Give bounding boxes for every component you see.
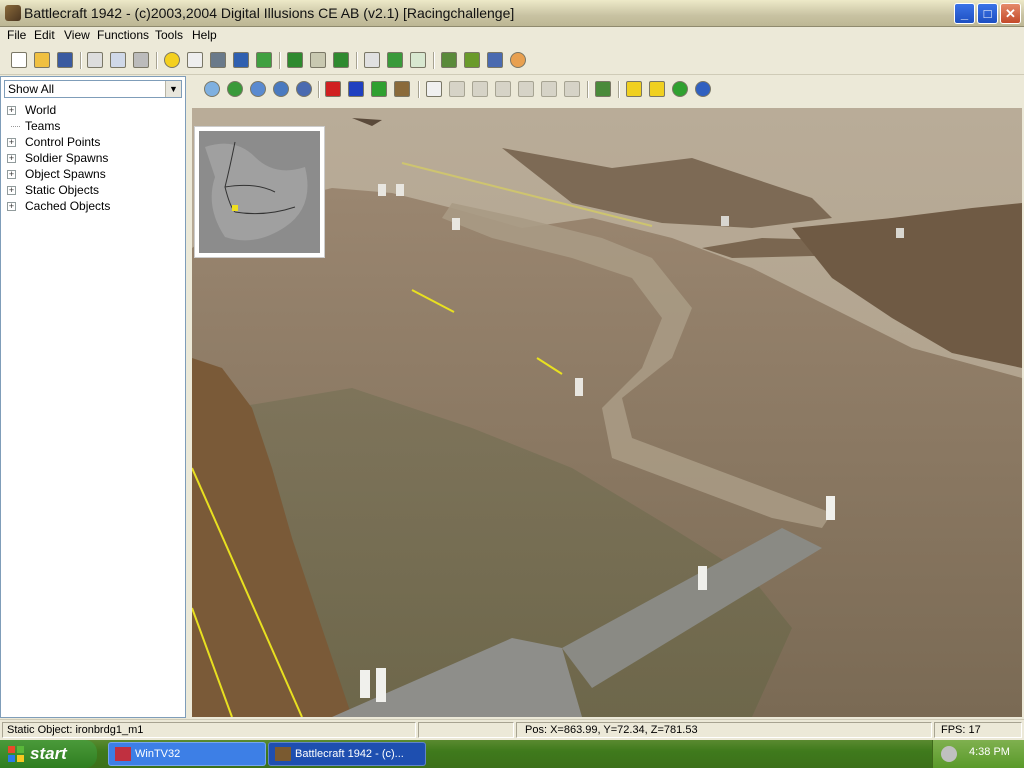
- app-icon: [5, 5, 21, 21]
- minimap[interactable]: [194, 126, 325, 258]
- lock-blue-icon[interactable]: [695, 81, 711, 97]
- menu-functions[interactable]: Functions: [94, 28, 152, 42]
- tree-label: Cached Objects: [25, 199, 111, 213]
- rotate-3-icon[interactable]: [541, 81, 557, 97]
- lock-icon[interactable]: [626, 81, 642, 97]
- window-title: Battlecraft 1942 - (c)2003,2004 Digital …: [24, 5, 515, 21]
- close-button[interactable]: ✕: [1000, 3, 1021, 24]
- clock[interactable]: 4:38 PM: [969, 746, 1010, 758]
- player-marker-icon: [232, 205, 238, 211]
- lock-2-icon[interactable]: [649, 81, 665, 97]
- filter-value: Show All: [8, 82, 55, 96]
- tree-label: Teams: [25, 119, 61, 133]
- menu-file[interactable]: File: [4, 28, 29, 42]
- tree-label: Control Points: [25, 135, 101, 149]
- task-label: WinTV32: [135, 748, 181, 760]
- wireframe-icon[interactable]: [250, 81, 266, 97]
- palette-icon[interactable]: [510, 52, 526, 68]
- expand-icon[interactable]: +: [7, 154, 16, 163]
- expand-icon[interactable]: +: [7, 138, 16, 147]
- layer-edit-icon[interactable]: [310, 52, 326, 68]
- map-icon[interactable]: [464, 52, 480, 68]
- speaker-icon[interactable]: [941, 746, 957, 762]
- system-tray: 4:38 PM: [932, 740, 1024, 768]
- tree-label: Soldier Spawns: [25, 151, 109, 165]
- main-toolbar: [0, 47, 1024, 75]
- home-icon[interactable]: [204, 81, 220, 97]
- battlecraft-icon: [275, 747, 291, 761]
- cut-icon[interactable]: [87, 52, 103, 68]
- minimap-image: [199, 131, 320, 253]
- globe-icon[interactable]: [227, 81, 243, 97]
- light-icon[interactable]: [164, 52, 180, 68]
- tree-label: Static Objects: [25, 183, 100, 197]
- menu-edit[interactable]: Edit: [31, 28, 58, 42]
- menu-view[interactable]: View: [61, 28, 93, 42]
- wintv-icon: [115, 747, 131, 761]
- blue-cube-icon[interactable]: [348, 81, 364, 97]
- grid-small-icon[interactable]: [364, 52, 380, 68]
- scale-icon[interactable]: [564, 81, 580, 97]
- maximize-button[interactable]: □: [977, 3, 998, 24]
- object-tree-panel: Show All ▼ + World Teams + Control Point…: [0, 76, 186, 718]
- task-battlecraft[interactable]: Battlecraft 1942 - (c)...: [268, 742, 426, 766]
- task-wintv32[interactable]: WinTV32: [108, 742, 266, 766]
- grid-dots-icon[interactable]: [410, 52, 426, 68]
- move-vertical-icon[interactable]: [472, 81, 488, 97]
- expand-icon[interactable]: +: [7, 170, 16, 179]
- tree-label: Object Spawns: [25, 167, 106, 181]
- filter-dropdown[interactable]: Show All ▼: [4, 80, 182, 98]
- grid-green-icon[interactable]: [387, 52, 403, 68]
- square-icon[interactable]: [187, 52, 203, 68]
- copy-icon[interactable]: [110, 52, 126, 68]
- start-label: start: [30, 744, 67, 763]
- status-selection: Static Object: ironbrdg1_m1: [2, 722, 416, 738]
- lock-green-icon[interactable]: [672, 81, 688, 97]
- red-cube-icon[interactable]: [325, 81, 341, 97]
- tank-icon[interactable]: [394, 81, 410, 97]
- tree-label: World: [25, 103, 57, 117]
- start-button[interactable]: start: [0, 740, 97, 768]
- viewport-toolbar: [190, 76, 1024, 106]
- menu-tools[interactable]: Tools: [152, 28, 186, 42]
- paste-icon[interactable]: [133, 52, 149, 68]
- grid-icon[interactable]: [256, 52, 272, 68]
- layer-icon[interactable]: [287, 52, 303, 68]
- task-label: Battlecraft 1942 - (c)...: [295, 748, 404, 760]
- move-icon[interactable]: [449, 81, 465, 97]
- save-icon[interactable]: [57, 52, 73, 68]
- new-icon[interactable]: [11, 52, 27, 68]
- rotate-icon[interactable]: [495, 81, 511, 97]
- expand-icon[interactable]: +: [7, 186, 16, 195]
- sphere-icon[interactable]: [487, 52, 503, 68]
- layer-down-icon[interactable]: [333, 52, 349, 68]
- status-empty: [418, 722, 514, 738]
- chevron-down-icon[interactable]: ▼: [165, 81, 181, 97]
- info-icon[interactable]: [273, 81, 289, 97]
- status-bar: Static Object: ironbrdg1_m1 Pos: X=863.9…: [0, 719, 1024, 740]
- windows-logo-icon: [8, 746, 24, 762]
- rotate-2-icon[interactable]: [518, 81, 534, 97]
- tree-line: [11, 126, 20, 128]
- flag-icon[interactable]: [296, 81, 312, 97]
- title-bar: Battlecraft 1942 - (c)2003,2004 Digital …: [0, 0, 1024, 27]
- select-arrow-icon[interactable]: [426, 81, 442, 97]
- minimize-button[interactable]: _: [954, 3, 975, 24]
- expand-icon[interactable]: +: [7, 202, 16, 211]
- expand-icon[interactable]: +: [7, 106, 16, 115]
- objects-icon[interactable]: [441, 52, 457, 68]
- terrain-icon[interactable]: [233, 52, 249, 68]
- menu-help[interactable]: Help: [189, 28, 220, 42]
- status-fps: FPS: 17: [934, 722, 1022, 738]
- green-cube-icon[interactable]: [371, 81, 387, 97]
- taskbar: start WinTV32 Battlecraft 1942 - (c)... …: [0, 740, 1024, 768]
- layers-icon[interactable]: [595, 81, 611, 97]
- open-icon[interactable]: [34, 52, 50, 68]
- menu-bar: File Edit View Functions Tools Help: [0, 27, 1024, 46]
- people-icon[interactable]: [210, 52, 226, 68]
- status-position: Pos: X=863.99, Y=72.34, Z=781.53: [516, 722, 932, 738]
